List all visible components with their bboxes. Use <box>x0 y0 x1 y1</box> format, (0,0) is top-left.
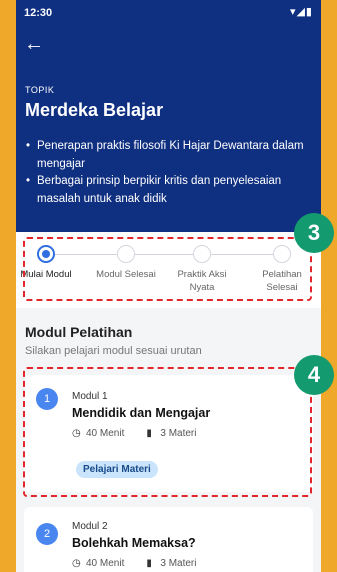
module-label: Modul 2 <box>72 521 108 532</box>
module-card-2[interactable]: 2 Modul 2 Bolehkah Memaksa? ◷ 40 Menit ▮ 3 … <box>24 507 313 572</box>
topic-bullet: Berbagai prinsip berpikir kritis dan pen… <box>25 173 310 208</box>
highlight-progress <box>23 237 312 301</box>
back-arrow-icon[interactable]: ← <box>24 34 44 54</box>
topic-label: TOPIK <box>25 85 55 95</box>
clock-icon: ◷ <box>72 558 81 569</box>
section-subtitle: Silakan pelajari modul sesuai urutan <box>25 345 202 357</box>
section-title: Modul Pelatihan <box>25 324 133 340</box>
annotation-badge-3: 3 <box>294 213 334 253</box>
module-duration: 40 Menit <box>86 558 125 569</box>
annotation-badge-4: 4 <box>294 355 334 395</box>
status-bar: 12:30 ▾◢▮ <box>24 5 313 21</box>
highlight-module-card <box>23 367 312 497</box>
topic-header: 12:30 ▾◢▮ ← TOPIK Merdeka Belajar Penera… <box>16 0 321 232</box>
topic-bullet: Penerapan praktis filosofi Ki Hajar Dewa… <box>25 138 310 173</box>
module-number: 2 <box>36 523 58 545</box>
module-title: Bolehkah Memaksa? <box>72 536 196 550</box>
status-time: 12:30 <box>24 7 53 19</box>
page-title: Merdeka Belajar <box>25 100 164 120</box>
topic-bullets: Penerapan praktis filosofi Ki Hajar Dewa… <box>25 138 310 208</box>
module-meta: ◷ 40 Menit ▮ 3 Materi <box>72 558 196 569</box>
module-materials: 3 Materi <box>160 558 197 569</box>
book-icon: ▮ <box>146 558 152 569</box>
status-icons: ▾◢▮ <box>289 6 313 18</box>
